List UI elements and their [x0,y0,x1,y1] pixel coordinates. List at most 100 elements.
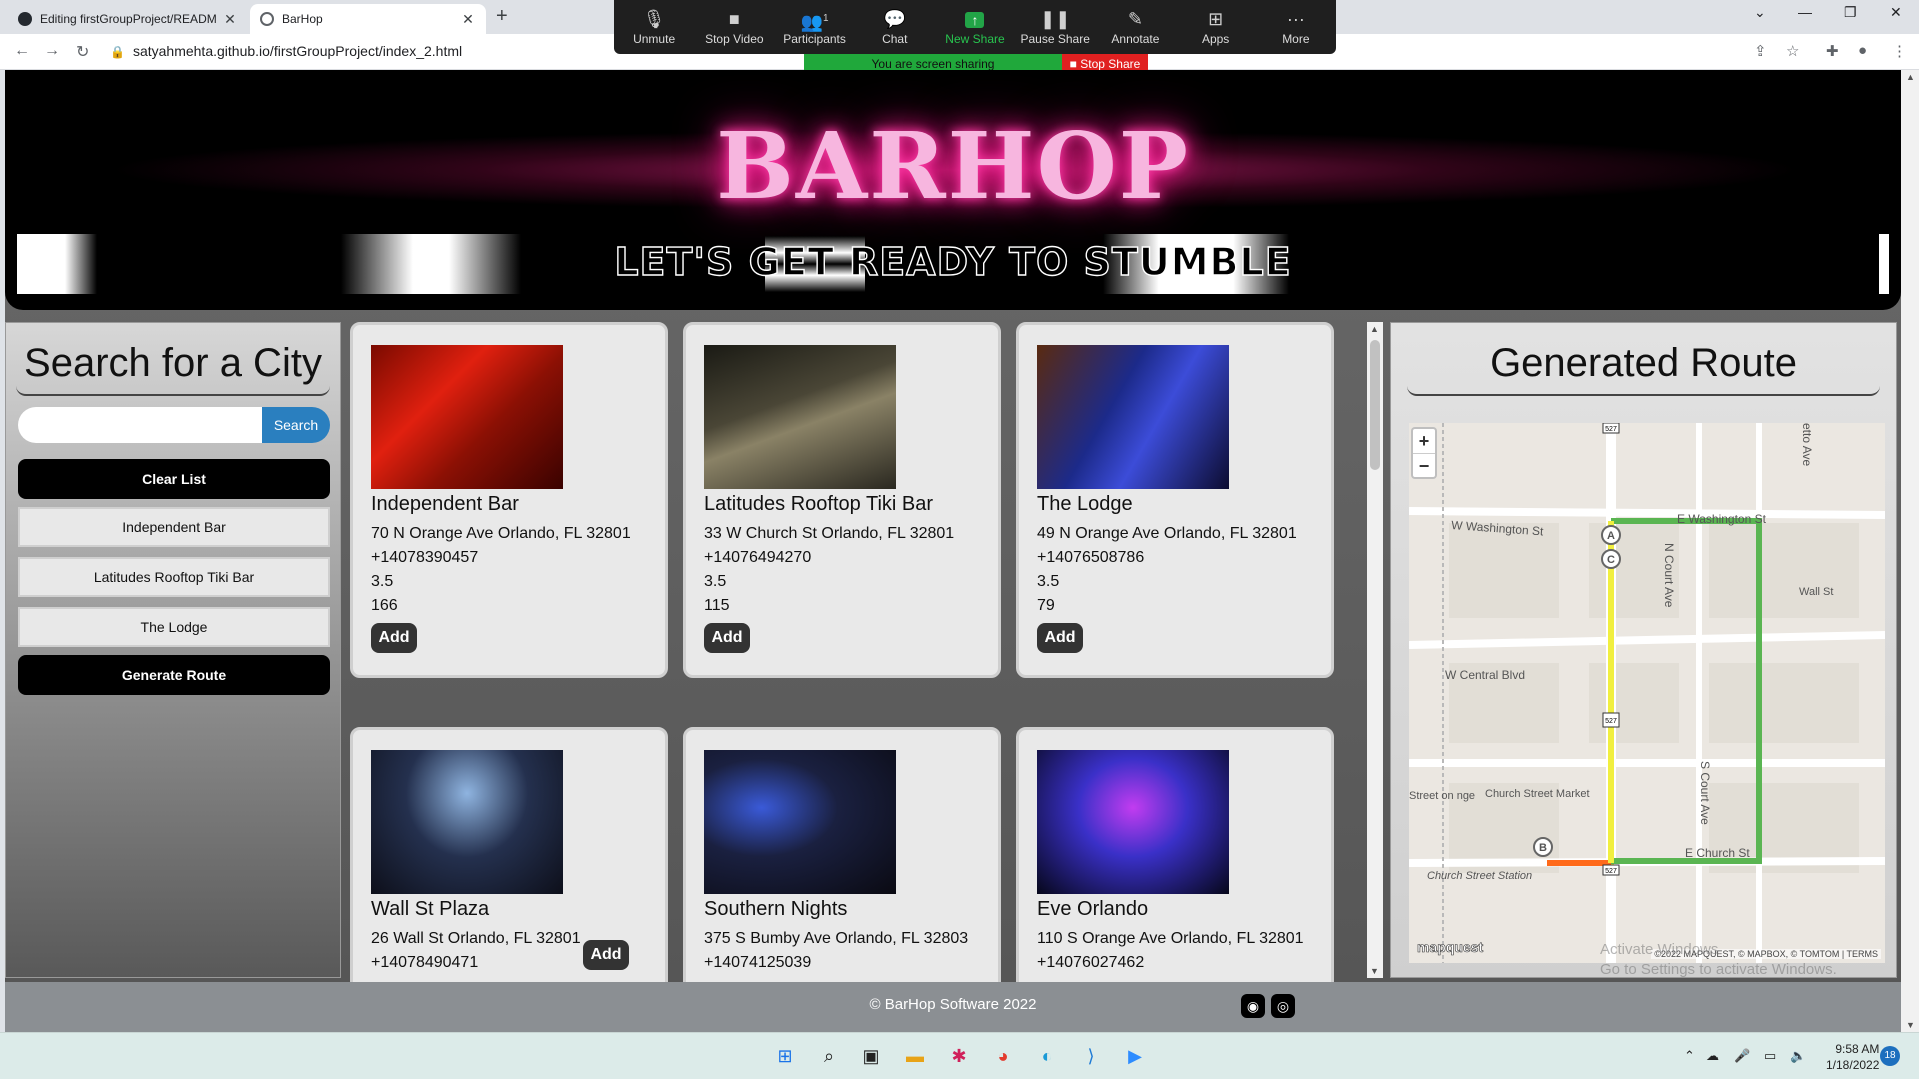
bar-address: 33 W Church St Orlando, FL 32801 [704,525,955,542]
notification-badge[interactable]: 18 [1880,1046,1900,1066]
bar-card: Latitudes Rooftop Tiki Bar 33 W Church S… [683,322,1001,678]
chrome-icon[interactable]: ◕ [990,1043,1016,1069]
slack-icon[interactable]: ✱ [946,1043,972,1069]
map-canvas: 527 527 527 A C B W Washington St E Wash… [1409,423,1885,963]
hero-banner: BARHOP LET'S GET READY TO STUMBLE [5,70,1901,310]
pause-share-button[interactable]: ❚❚ Pause Share [1015,0,1095,54]
bar-phone: +14076494270 [704,549,812,566]
zoom-icon[interactable]: ▶ [1122,1043,1148,1069]
bar-address: 70 N Orange Ave Orlando, FL 32801 [371,525,631,542]
cards-scrollbar[interactable]: ▲ ▼ [1367,322,1383,978]
scroll-thumb[interactable] [1370,340,1380,470]
watermark-line: Activate Windows [1600,941,1719,958]
start-icon[interactable]: ⊞ [772,1043,798,1069]
tab-readme[interactable]: Editing firstGroupProject/READM ✕ [8,4,248,34]
bar-name: Southern Nights [704,898,848,920]
apps-icon: ⊞ [1208,9,1224,29]
list-item[interactable]: Latitudes Rooftop Tiki Bar [18,557,330,597]
zoom-out-button[interactable]: − [1413,453,1435,477]
bar-name: Independent Bar [371,493,519,515]
close-window-icon[interactable]: ✕ [1890,4,1902,21]
bar-phone: +14074125039 [704,954,812,971]
profile-avatar-icon[interactable]: ● [1858,42,1867,59]
bar-photo [1037,345,1229,489]
cloud-icon[interactable]: ☁ [1706,1048,1719,1064]
bar-card: Wall St Plaza 26 Wall St Orlando, FL 328… [350,727,668,982]
route-map[interactable]: 527 527 527 A C B W Washington St E Wash… [1409,423,1885,963]
city-block [1709,663,1859,743]
system-clock[interactable]: 9:58 AM 1/18/2022 [1826,1041,1879,1073]
tab-search-icon[interactable]: ⌄ [1754,4,1766,21]
search-button[interactable]: Search [262,407,330,443]
github-icon[interactable]: ◉ [1241,994,1265,1018]
web-page: BARHOP LET'S GET READY TO STUMBLE Search… [5,70,1901,1032]
annotate-button[interactable]: ✎ Annotate [1095,0,1175,54]
bar-review-count: 79 [1037,597,1055,614]
chat-button[interactable]: 💬 Chat [855,0,935,54]
scroll-up-icon[interactable]: ▲ [1370,324,1379,334]
stop-video-button[interactable]: ■ Stop Video [694,0,774,54]
street-label: W Central Blvd [1445,668,1525,682]
unmute-button[interactable]: 🎙 Unmute [614,0,694,54]
vscode-icon[interactable]: ⟩ [1078,1043,1104,1069]
participants-icon: 👥1 [800,12,829,32]
add-button[interactable]: Add [1037,623,1083,653]
new-tab-button[interactable]: + [496,5,508,28]
reload-icon[interactable]: ↻ [76,42,89,62]
volume-icon[interactable]: 🔈 [1790,1048,1806,1064]
share-icon[interactable]: ⇪ [1754,42,1767,60]
apps-label: Apps [1201,32,1230,46]
street-label: Wall St [1799,586,1833,598]
city-block [1589,663,1679,743]
zoom-in-button[interactable]: + [1413,429,1435,453]
url-field[interactable]: 🔒 satyahmehta.github.io/firstGroupProject… [110,43,462,59]
page-scrollbar[interactable]: ▲ ▼ [1901,70,1919,1032]
street-label: S Court Ave [1698,761,1712,825]
scroll-down-icon[interactable]: ▼ [1906,1020,1915,1030]
more-button[interactable]: ··· More [1256,0,1336,54]
file-explorer-icon[interactable]: ▬ [902,1043,928,1069]
annotate-label: Annotate [1111,32,1160,46]
list-item[interactable]: The Lodge [18,607,330,647]
bookmark-star-icon[interactable]: ☆ [1786,42,1799,60]
city-search-input[interactable] [18,407,262,443]
forward-icon[interactable]: → [44,42,60,60]
clear-list-button[interactable]: Clear List [18,459,330,499]
close-tab-icon[interactable]: ✕ [222,11,238,28]
scroll-down-icon[interactable]: ▼ [1370,966,1379,976]
scroll-up-icon[interactable]: ▲ [1906,72,1915,82]
add-button[interactable]: Add [583,940,629,970]
participants-button[interactable]: 👥1 Participants [774,0,854,54]
search-icon[interactable]: ⌕ [816,1043,842,1069]
search-row: Search [18,407,330,443]
new-share-button[interactable]: ↑ New Share [935,0,1015,54]
add-button[interactable]: Add [371,623,417,653]
task-view-icon[interactable]: ▣ [858,1043,884,1069]
bar-review-count: 166 [371,597,398,614]
extensions-icon[interactable]: ✚ [1826,42,1839,60]
bar-rating: 3.5 [1037,573,1060,590]
bar-phone: +14078390457 [371,549,479,566]
map-marker-label: C [1607,554,1615,566]
chat-label: Chat [882,32,908,46]
bar-rating: 3.5 [704,573,727,590]
back-icon[interactable]: ← [14,42,30,60]
list-item[interactable]: Independent Bar [18,507,330,547]
close-tab-icon[interactable]: ✕ [460,11,476,28]
pause-share-label: Pause Share [1020,32,1090,46]
instagram-icon[interactable]: ◎ [1271,994,1295,1018]
minimize-icon[interactable]: — [1798,4,1812,20]
tray-chevron-icon[interactable]: ⌃ [1684,1048,1695,1064]
browser-menu-icon[interactable]: ⋮ [1892,42,1907,60]
restore-icon[interactable]: ❐ [1844,4,1857,21]
bar-address: 375 S Bumby Ave Orlando, FL 32803 [704,930,969,947]
apps-button[interactable]: ⊞ Apps [1176,0,1256,54]
share-arrow-icon: ↑ [935,6,1015,32]
stop-video-label: Stop Video [705,32,764,46]
edge-icon[interactable]: ◐ [1034,1043,1060,1069]
tab-barhop[interactable]: BarHop ✕ [250,4,486,34]
network-icon[interactable]: ▭ [1764,1048,1776,1064]
generate-route-button[interactable]: Generate Route [18,655,330,695]
add-button[interactable]: Add [704,623,750,653]
microphone-icon[interactable]: 🎤 [1734,1048,1750,1064]
